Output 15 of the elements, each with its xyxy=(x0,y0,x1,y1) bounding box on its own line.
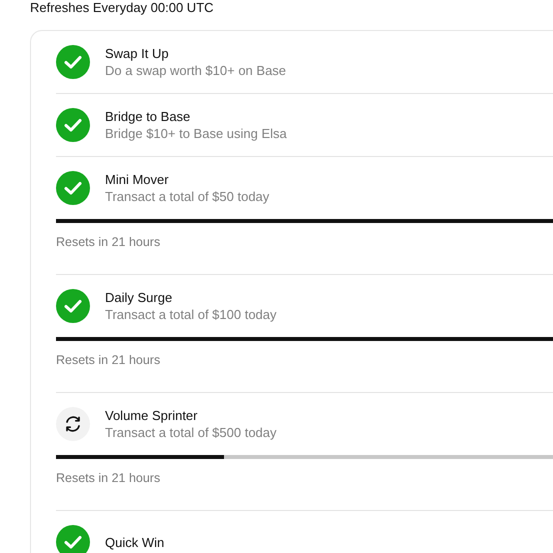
quest-title: Mini Mover xyxy=(105,171,170,188)
reset-timer: Resets in 21 hours xyxy=(56,470,162,486)
quest-title: Quick Win xyxy=(105,534,164,550)
refresh-note: Refreshes Everyday 00:00 UTC xyxy=(30,0,214,16)
quest-description: Bridge $10+ to Base using Elsa xyxy=(105,125,287,142)
quest-description: Do a swap worth $10+ on Base xyxy=(105,62,286,79)
quest-title: Bridge to Base xyxy=(105,108,192,125)
reset-timer: Resets in 21 hours xyxy=(56,352,162,368)
quest-description: Transact a total of $50 today xyxy=(105,188,270,205)
quest-title: Swap It Up xyxy=(105,45,170,62)
quest-description: Transact a total of $500 today xyxy=(105,424,277,441)
quest-description: Transact a total of $100 today xyxy=(105,306,277,323)
quest-title: Volume Sprinter xyxy=(105,407,198,424)
reset-timer: Resets in 21 hours xyxy=(56,234,162,250)
quest-title: Daily Surge xyxy=(105,289,174,306)
